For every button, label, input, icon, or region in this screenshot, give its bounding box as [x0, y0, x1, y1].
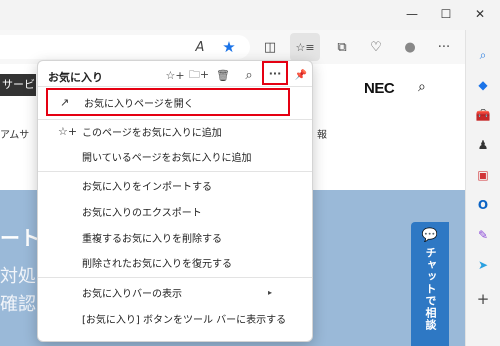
search-icon[interactable]: ⌕ [466, 44, 500, 66]
menu-item-label: 重複するお気に入りを削除する [82, 233, 222, 245]
favorites-flyout: お気に入り ☆+ 🗀+ 🗑 ⌕ ··· 📌 ↗ お気に入りページを開く ☆+ こ… [37, 60, 313, 342]
settings-more-icon[interactable]: ··· [432, 35, 456, 59]
add-icon[interactable]: + [466, 288, 500, 310]
hero-heading: ート [0, 226, 40, 250]
divider [38, 86, 312, 87]
open-favorites-page-item[interactable]: ↗ お気に入りページを開く [46, 88, 290, 116]
star-add-icon: ☆+ [58, 124, 78, 138]
divider [38, 277, 312, 278]
site-nav-services[interactable]: サービス [0, 74, 36, 96]
open-external-icon: ↗ [60, 95, 70, 109]
split-screen-icon[interactable]: ◫ [258, 35, 282, 59]
favorites-icon[interactable]: ☆≡ [290, 33, 320, 61]
office-icon[interactable]: ▣ [466, 164, 500, 186]
chevron-right-icon: ▸ [268, 287, 273, 297]
browser-essentials-icon[interactable]: ♡ [364, 35, 388, 59]
site-nav-item[interactable]: アムサ [0, 126, 29, 141]
more-options-icon[interactable]: ··· [262, 61, 288, 85]
add-favorite-icon[interactable]: ☆+ [164, 65, 186, 85]
favorites-title: お気に入り [48, 71, 103, 84]
chat-consult-label: チャットで相談 [424, 247, 437, 331]
restore-deleted-item[interactable]: 削除されたお気に入りを復元する [38, 251, 312, 273]
chat-consult-tab[interactable]: 💬 チャットで相談 [411, 222, 449, 346]
menu-item-label: [お気に入り] ボタンをツール バーに表示する [82, 314, 287, 326]
add-open-pages-item[interactable]: 開いているページをお気に入りに追加 [38, 145, 312, 167]
site-nav-item[interactable]: 報 [317, 126, 327, 141]
delete-icon[interactable]: 🗑 [212, 65, 234, 85]
chat-bubble-icon: 💬 [421, 228, 439, 243]
close-window-button[interactable]: ✕ [466, 4, 494, 24]
remove-duplicates-item[interactable]: 重複するお気に入りを削除する [38, 226, 312, 248]
pin-icon[interactable]: 📌 [290, 65, 312, 85]
menu-item-label: お気に入りページを開く [84, 98, 194, 110]
import-favorites-item[interactable]: お気に入りをインポートする [38, 174, 312, 196]
shopping-icon[interactable]: ◆ [466, 74, 500, 96]
menu-item-label: お気に入りバーの表示 [82, 288, 182, 300]
read-aloud-icon[interactable]: A [188, 35, 212, 59]
minimize-button[interactable]: — [398, 4, 426, 24]
menu-item-label: お気に入りのエクスポート [82, 207, 202, 219]
divider [38, 171, 312, 172]
tools-icon[interactable]: 🧰 [466, 104, 500, 126]
maximize-button[interactable]: ☐ [432, 4, 460, 24]
menu-item-label: 開いているページをお気に入りに追加 [82, 152, 252, 164]
menu-item-label: 削除されたお気に入りを復元する [82, 258, 232, 270]
menu-item-label: このページをお気に入りに追加 [82, 127, 222, 139]
games-icon[interactable]: ♟ [466, 134, 500, 156]
designer-icon[interactable]: ✎ [466, 224, 500, 246]
add-page-to-favorites-item[interactable]: ☆+ このページをお気に入りに追加 [38, 120, 312, 142]
outlook-icon[interactable]: O [466, 194, 500, 216]
show-favorites-button-item[interactable]: [お気に入り] ボタンをツール バーに表示する [38, 307, 312, 329]
collections-icon[interactable]: ⧉ [330, 35, 354, 59]
add-folder-icon[interactable]: 🗀+ [188, 65, 210, 85]
hero-text: 確認 [0, 294, 36, 315]
nec-logo[interactable]: NEC [364, 80, 395, 97]
favorite-star-icon[interactable]: ★ [217, 35, 241, 59]
site-search-icon[interactable]: ⌕ [418, 79, 426, 95]
search-favorites-icon[interactable]: ⌕ [238, 65, 260, 85]
address-bar[interactable] [0, 35, 250, 59]
export-favorites-item[interactable]: お気に入りのエクスポート [38, 200, 312, 222]
menu-item-label: お気に入りをインポートする [82, 181, 212, 193]
profile-avatar-icon[interactable]: ● [398, 35, 422, 59]
hero-text: 対処 [0, 266, 36, 287]
show-favorites-bar-item[interactable]: お気に入りバーの表示 ▸ [38, 281, 312, 303]
telegram-icon[interactable]: ➤ [466, 254, 500, 276]
edge-sidebar: ⌕ ◆ 🧰 ♟ ▣ O ✎ ➤ + [465, 30, 500, 346]
